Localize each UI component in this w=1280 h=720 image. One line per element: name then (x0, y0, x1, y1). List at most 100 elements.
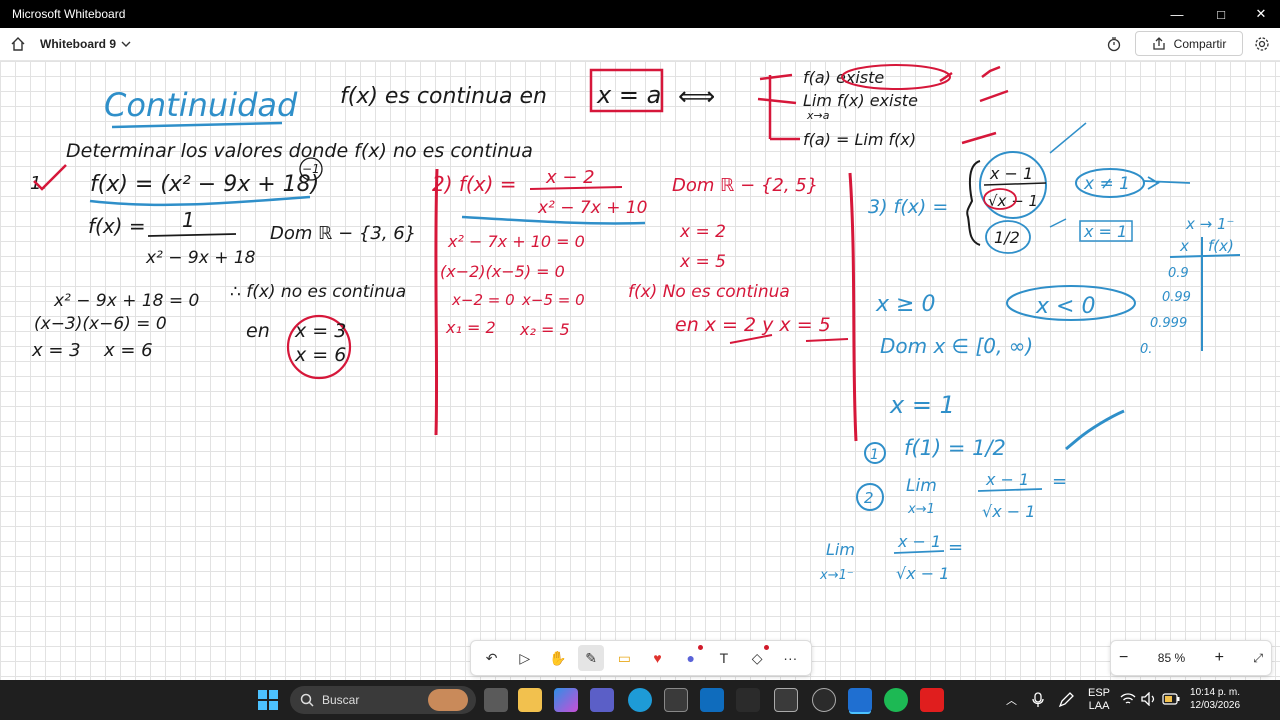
ex1-equation: x² − 9x + 18 = 0 (53, 291, 199, 311)
ex1-root-2: x = 6 (103, 340, 153, 361)
ex2-factored: (x−2)(x−5) = 0 (440, 262, 565, 281)
ex1-exponent: −1 (302, 162, 320, 176)
condition-2-sub: x→a (806, 109, 830, 122)
ex2-factor-1: x−2 = 0 (451, 291, 515, 309)
fit-to-screen-button[interactable]: ⤢ (1253, 651, 1263, 666)
chat-icon: ● (686, 650, 695, 666)
table-head: x → 1⁻ (1185, 215, 1234, 233)
iff-symbol: ⟺ (678, 82, 715, 112)
ink-toolbar: ↶ ▷ ✋ ✎ ▭ ♥ ● T ◇ ··· (470, 640, 812, 676)
table-col-x: x (1179, 237, 1189, 255)
minimize-button[interactable]: — (1160, 0, 1194, 28)
folder-icon[interactable] (736, 688, 760, 712)
language-indicator[interactable]: ESP LAA (1088, 687, 1110, 713)
store-icon[interactable] (664, 688, 688, 712)
pan-tool-button[interactable]: ✋ (545, 645, 571, 671)
sticky-note-button[interactable]: ▭ (611, 645, 637, 671)
table-row-2: 0.99 (1162, 290, 1191, 305)
ex3-piece1-den: √x − 1 (988, 192, 1038, 210)
ex3-step2-den: √x − 1 (982, 502, 1035, 521)
ex2-factor-2: x−5 = 0 (521, 291, 585, 309)
task-view-icon[interactable] (484, 688, 508, 712)
share-button[interactable]: Compartir (1135, 31, 1243, 56)
edge-icon[interactable] (628, 688, 652, 712)
battery-icon[interactable] (1162, 693, 1180, 705)
select-tool-button[interactable]: ▷ (512, 645, 538, 671)
app-bar: Whiteboard 9 Compartir (0, 28, 1280, 61)
search-icon (300, 693, 314, 707)
timer-icon[interactable] (1106, 36, 1122, 52)
ex1-domain: Dom ℝ − {3, 6} (270, 223, 416, 244)
ex3-step3-eq: = (948, 537, 963, 558)
spotify-icon[interactable] (884, 688, 908, 712)
board-name[interactable]: Whiteboard 9 (40, 37, 116, 51)
ex3-step3-num: x − 1 (897, 532, 941, 551)
text-tool-button[interactable]: T (711, 645, 737, 671)
app-icon[interactable] (812, 688, 836, 712)
keyboard-layout: LAA (1088, 700, 1110, 712)
acrobat-icon[interactable] (920, 688, 944, 712)
system-clock[interactable]: 10:14 p. m. 12/03/2026 (1190, 686, 1240, 712)
chevron-up-icon[interactable]: ︿ (1006, 692, 1017, 708)
ex2-conclusion-2: en x = 2 y x = 5 (675, 314, 831, 336)
zoom-level: 85 % (1157, 651, 1186, 665)
table-row-3: 0.999 (1150, 316, 1187, 331)
taskbar-search[interactable]: Buscar (290, 686, 476, 714)
ex3-step2-mark: 2 (864, 489, 874, 507)
microphone-icon[interactable] (1032, 692, 1044, 708)
search-placeholder: Buscar (322, 693, 360, 707)
ex1-frac-num: 1 (182, 208, 195, 232)
notification-dot (697, 645, 703, 650)
outlook-icon[interactable] (700, 688, 724, 712)
ex2-sol-1: x = 2 (679, 222, 726, 242)
more-button[interactable]: ··· (777, 645, 803, 671)
table-row-1: 0.9 (1168, 266, 1189, 281)
ex3-x-geq: x ≥ 0 (875, 292, 935, 317)
ex2-root-2: x₂ = 5 (519, 320, 570, 339)
maximize-button[interactable]: □ (1204, 0, 1238, 28)
gear-icon[interactable] (1254, 36, 1270, 52)
shapes-button[interactable]: ◇ (744, 645, 770, 671)
table-row-4: 0. (1140, 342, 1152, 357)
snipping-tool-icon[interactable] (774, 688, 798, 712)
window-title: Microsoft Whiteboard (12, 7, 126, 21)
ex1-frac-den: x² − 9x + 18 (145, 248, 256, 268)
copilot-icon[interactable] (554, 688, 578, 712)
ex3-step1: f(1) = 1/2 (904, 436, 1006, 460)
language-code: ESP (1088, 687, 1111, 699)
home-icon[interactable] (10, 36, 26, 52)
windows-start-icon[interactable] (258, 690, 278, 710)
ex2-conclusion-1: f(x) No es continua (628, 282, 790, 302)
zoom-out-button[interactable]: − (1119, 649, 1128, 667)
ex3-cond-1: x ≠ 1 (1083, 174, 1130, 194)
ex1-conclusion: ∴ f(x) no es continua (230, 282, 406, 302)
file-explorer-icon[interactable] (518, 688, 542, 712)
taskbar: Buscar ︿ ESP LAA 10:14 p. m. 12/03/2026 (0, 680, 1280, 720)
zoom-in-button[interactable]: + (1215, 649, 1224, 667)
ex2-root-1: x₁ = 2 (445, 318, 496, 337)
whiteboard-taskbar-icon[interactable] (848, 688, 872, 712)
pen-tool-button[interactable]: ✎ (578, 645, 605, 671)
wifi-icon[interactable] (1120, 692, 1136, 706)
ex2-den: x² − 7x + 10 (537, 198, 648, 218)
undo-button[interactable]: ↶ (479, 645, 505, 671)
table-col-fx: f(x) (1208, 237, 1234, 255)
pen-menu-icon[interactable] (1058, 692, 1074, 708)
teams-icon[interactable] (590, 688, 614, 712)
zoom-controls: − 85 % + ⤢ (1110, 640, 1272, 676)
close-button[interactable]: ✕ (1244, 0, 1278, 28)
ex3-cond-2: x = 1 (1083, 222, 1127, 241)
whiteboard-canvas[interactable]: Continuidad f(x) es continua en x = a ⟺ … (0, 61, 1280, 680)
ex2-equation: x² − 7x + 10 = 0 (447, 232, 585, 251)
chevron-down-icon[interactable] (120, 38, 132, 50)
reaction-button[interactable]: ♥ (645, 645, 671, 671)
clock-date: 12/03/2026 (1190, 700, 1241, 711)
ex1-function: f(x) = (x² − 9x + 18) (90, 172, 319, 197)
ex3-x-eq: x = 1 (889, 391, 955, 419)
ex3-step2-num: x − 1 (985, 470, 1029, 489)
chat-button[interactable]: ● (678, 645, 704, 671)
definition-boxed: x = a (596, 81, 661, 109)
volume-icon[interactable] (1141, 692, 1157, 706)
window-titlebar: Microsoft Whiteboard — □ ✕ (0, 0, 1280, 28)
ex3-step2-sub: x→1 (907, 502, 935, 517)
